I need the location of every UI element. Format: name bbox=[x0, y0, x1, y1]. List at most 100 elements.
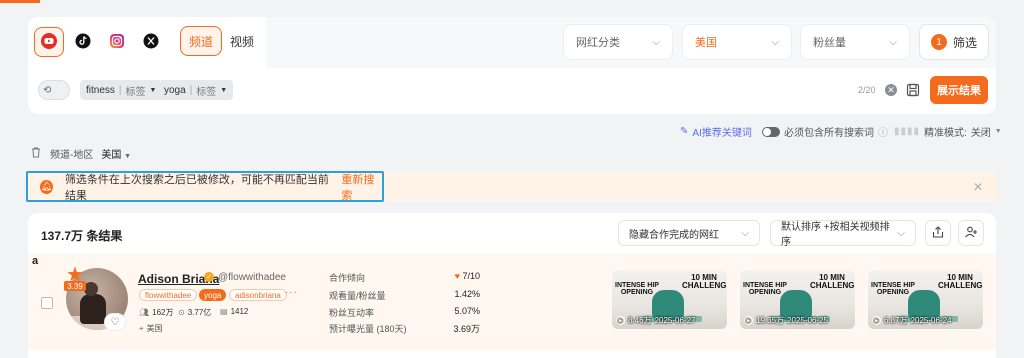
metric-label: 预计曝光量 (180天) bbox=[329, 324, 407, 334]
video-thumbnail[interactable]: INTENSE HIP OPENING 10 MIN CHALLENGE ▶ 6… bbox=[868, 270, 983, 329]
tag-separator: | bbox=[189, 84, 193, 96]
row-marker: a bbox=[32, 255, 39, 267]
region-filter-row: 频道-地区 美国 ▼ bbox=[30, 146, 131, 161]
row-checkbox[interactable] bbox=[41, 297, 53, 309]
metric-label: 粉丝互动率 bbox=[329, 308, 375, 318]
must-include-toggle[interactable] bbox=[762, 126, 780, 137]
search-tag[interactable]: yoga | 标签 ▼ bbox=[158, 80, 234, 100]
play-icon: ▶ bbox=[872, 316, 881, 325]
thumbnail-title-right: 10 MIN CHALLENGE bbox=[810, 273, 855, 290]
country-select-label: 美国 bbox=[695, 37, 717, 49]
video-views: 6.87万 bbox=[884, 316, 908, 325]
add-user-button[interactable] bbox=[958, 220, 984, 246]
region-value: 美国 bbox=[101, 150, 122, 161]
verified-icon: ✓ bbox=[204, 272, 214, 282]
platform-youtube[interactable] bbox=[34, 27, 64, 57]
location-pin-icon: ⌖ bbox=[139, 323, 144, 333]
precision-label: 精准模式: bbox=[924, 128, 967, 139]
chevron-down-icon: ⌵ bbox=[741, 227, 749, 239]
history-toggle[interactable]: ⟲ bbox=[38, 80, 70, 100]
clear-search-icon[interactable]: ✕ bbox=[885, 84, 897, 96]
keyword-chip[interactable]: yoga bbox=[199, 289, 227, 301]
more-chips-button[interactable]: ··· bbox=[285, 287, 298, 298]
sort-select[interactable]: 默认排序 +按相关视频排序 ⌵ bbox=[770, 220, 916, 248]
precision-mode[interactable]: ▮▮▮▮ 精准模式: 关闭 ▼ bbox=[894, 124, 1002, 139]
platform-x[interactable] bbox=[136, 27, 166, 57]
trash-icon[interactable] bbox=[30, 146, 42, 161]
metric-value: 3.69万 bbox=[453, 324, 480, 334]
followers-select[interactable]: 粉丝量 ⌵ bbox=[800, 24, 910, 60]
chevron-down-icon: ⌵ bbox=[771, 36, 779, 48]
platform-instagram[interactable] bbox=[102, 27, 132, 57]
thumbnail-title-right: 10 MIN CHALLENGE bbox=[682, 273, 727, 290]
video-thumbnail[interactable]: INTENSE HIP OPENING 10 MIN CHALLENGE ▶ 1… bbox=[740, 270, 855, 329]
tab-channel[interactable]: 频道 bbox=[180, 26, 223, 56]
country-select[interactable]: 美国 ⌵ bbox=[682, 24, 792, 60]
caret-down-icon: ▼ bbox=[149, 86, 157, 94]
play-icon: ▶ bbox=[744, 316, 753, 325]
region-label: 频道-地区 bbox=[50, 150, 94, 161]
score-badge: 3.39 bbox=[64, 281, 86, 291]
keyword-chip[interactable]: adisonbriana bbox=[229, 289, 287, 301]
alert-banner-bg bbox=[384, 172, 997, 201]
users-icon: 👥︎ bbox=[139, 308, 150, 317]
x-icon bbox=[143, 33, 159, 52]
thumbnail-title-left: INTENSE HIP OPENING bbox=[743, 282, 787, 296]
research-link[interactable]: 重新搜索 bbox=[341, 171, 382, 203]
followers-value: 162万 bbox=[152, 308, 174, 317]
metric-value: 5.07% bbox=[454, 306, 480, 316]
views-value: 3.77亿 bbox=[187, 308, 212, 317]
close-icon[interactable]: ✕ bbox=[973, 180, 983, 194]
hide-completed-select[interactable]: 隐藏合作完成的网红 ⌵ bbox=[618, 220, 760, 246]
video-views: 19.35万 bbox=[756, 316, 785, 325]
video-meta: ▶ 19.35万 2025-06-25 bbox=[744, 315, 828, 326]
region-value-dropdown[interactable]: 美国 ▼ bbox=[101, 146, 131, 161]
category-select[interactable]: 网红分类 ⌵ bbox=[563, 24, 673, 60]
chevron-down-icon: ⌵ bbox=[889, 36, 897, 48]
save-icon[interactable] bbox=[906, 83, 920, 97]
tag-counter: 2/20 bbox=[858, 85, 876, 95]
platform-selector bbox=[34, 25, 166, 59]
cooperation-value: 7/10 bbox=[462, 271, 480, 281]
show-results-button[interactable]: 展示结果 bbox=[930, 76, 988, 104]
location-value: 美国 bbox=[146, 324, 163, 333]
must-include-label: 必须包含所有搜索词 bbox=[784, 128, 874, 139]
video-thumbnail[interactable]: INTENSE HIP OPENING 10 MIN CHALLENGE ▶ 8… bbox=[612, 270, 727, 329]
heart-icon: ♡ bbox=[110, 316, 120, 328]
filter-button[interactable]: 1 筛选 bbox=[919, 24, 989, 60]
ai-keywords-link[interactable]: ✎ AI推荐关键词 bbox=[680, 124, 752, 139]
tiktok-icon bbox=[75, 33, 91, 52]
metric-value: ♥ 7/10 bbox=[420, 271, 480, 281]
hide-completed-label: 隐藏合作完成的网红 bbox=[629, 229, 719, 241]
tab-video[interactable]: 视频 bbox=[222, 26, 262, 56]
keyword-chip[interactable]: flowwithadee bbox=[139, 289, 198, 301]
favorite-button[interactable]: ♡ bbox=[104, 313, 126, 331]
metric-value: 1.42% bbox=[454, 289, 480, 299]
video-date: 2025-06-24 bbox=[910, 316, 952, 325]
followers-select-label: 粉丝量 bbox=[813, 37, 846, 49]
videos-value: 1412 bbox=[230, 307, 249, 316]
play-circle-icon: ⊙ bbox=[178, 308, 185, 317]
caret-down-icon: ▼ bbox=[994, 128, 1002, 135]
metric-label: 观看量/粉丝量 bbox=[329, 291, 386, 301]
export-button[interactable] bbox=[925, 220, 951, 246]
search-tag-text: fitness bbox=[86, 84, 115, 96]
youtube-icon bbox=[40, 32, 58, 53]
views-stat: ⊙ 3.77亿 bbox=[178, 307, 211, 318]
alert-message: 筛选条件在上次搜索之后已被修改，可能不再匹配当前结果 bbox=[64, 173, 329, 202]
video-date: 2025-06-27 bbox=[654, 316, 696, 325]
add-user-icon bbox=[964, 225, 978, 242]
search-tag[interactable]: fitness | 标签 ▼ bbox=[80, 80, 163, 100]
search-tag-text: yoga bbox=[164, 84, 186, 96]
thumbnail-title-left: INTENSE HIP OPENING bbox=[615, 282, 659, 296]
export-icon bbox=[931, 225, 945, 242]
bell-icon: 🔔︎ bbox=[40, 179, 53, 194]
platform-tiktok[interactable] bbox=[68, 27, 98, 57]
category-select-label: 网红分类 bbox=[576, 37, 620, 49]
next-row-edge bbox=[28, 350, 996, 358]
chevron-down-icon: ⌵ bbox=[652, 36, 660, 48]
help-icon: ⓘ bbox=[878, 128, 888, 139]
instagram-icon bbox=[109, 33, 125, 52]
must-include-option[interactable]: 必须包含所有搜索词 ⓘ bbox=[762, 124, 888, 139]
ai-sparkle-icon: ✎ bbox=[680, 126, 689, 137]
